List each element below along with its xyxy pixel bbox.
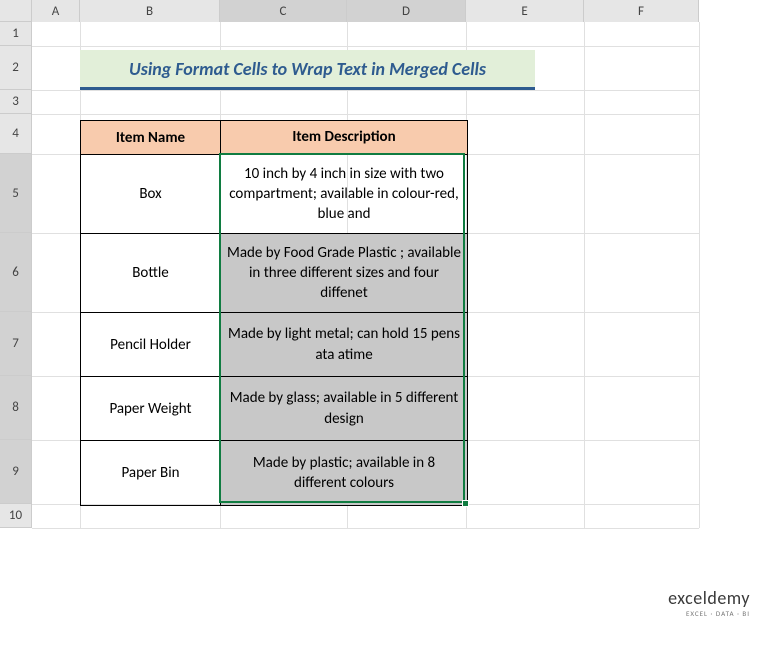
watermark-brand: exceldemy: [668, 587, 750, 609]
row-headers: 12345678910: [0, 22, 32, 528]
row-header-7[interactable]: 7: [0, 312, 32, 376]
page-title: Using Format Cells to Wrap Text in Merge…: [129, 58, 486, 80]
header-item-desc[interactable]: Item Description: [221, 121, 467, 154]
cell-item-desc[interactable]: Made by plastic; available in 8 differen…: [221, 441, 467, 505]
table-header-row: Item Name Item Description: [81, 121, 467, 155]
row-header-9[interactable]: 9: [0, 440, 32, 504]
fill-handle[interactable]: [462, 500, 469, 507]
cell-item-desc[interactable]: Made by light metal; can hold 15 pens at…: [221, 313, 467, 376]
col-header-C[interactable]: C: [220, 0, 347, 22]
table-row: Pencil HolderMade by light metal; can ho…: [81, 313, 467, 377]
col-header-D[interactable]: D: [347, 0, 466, 22]
header-item-name[interactable]: Item Name: [81, 121, 221, 154]
row-header-1[interactable]: 1: [0, 22, 32, 46]
col-header-F[interactable]: F: [584, 0, 699, 22]
title-merged-cell[interactable]: Using Format Cells to Wrap Text in Merge…: [80, 50, 535, 90]
watermark-tag: EXCEL · DATA · BI: [668, 609, 750, 618]
cell-item-name[interactable]: Pencil Holder: [81, 313, 221, 376]
row-header-4[interactable]: 4: [0, 114, 32, 154]
row-header-8[interactable]: 8: [0, 376, 32, 440]
table-row: Box10 inch by 4 inch in size with two co…: [81, 155, 467, 234]
table-row: Paper BinMade by plastic; available in 8…: [81, 441, 467, 505]
cell-item-desc[interactable]: 10 inch by 4 inch in size with two compa…: [221, 155, 467, 233]
row-header-5[interactable]: 5: [0, 154, 32, 233]
table-row: BottleMade by Food Grade Plastic ; avail…: [81, 234, 467, 313]
cell-item-desc[interactable]: Made by Food Grade Plastic ; available i…: [221, 234, 467, 312]
column-headers: ABCDEF: [0, 0, 699, 22]
row-header-10[interactable]: 10: [0, 504, 32, 528]
col-header-E[interactable]: E: [466, 0, 584, 22]
table-row: Paper WeightMade by glass; available in …: [81, 377, 467, 441]
cell-item-name[interactable]: Bottle: [81, 234, 221, 312]
select-all-corner[interactable]: [0, 0, 32, 22]
cell-item-name[interactable]: Paper Weight: [81, 377, 221, 440]
col-header-B[interactable]: B: [80, 0, 220, 22]
spreadsheet-grid: ABCDEF 12345678910 Using Format Cells to…: [0, 0, 699, 528]
col-header-A[interactable]: A: [32, 0, 80, 22]
row-header-2[interactable]: 2: [0, 46, 32, 90]
cell-item-name[interactable]: Box: [81, 155, 221, 233]
data-table: Item Name Item Description Box10 inch by…: [80, 120, 468, 506]
row-header-3[interactable]: 3: [0, 90, 32, 114]
cell-item-name[interactable]: Paper Bin: [81, 441, 221, 505]
watermark: exceldemy EXCEL · DATA · BI: [668, 587, 750, 618]
row-header-6[interactable]: 6: [0, 233, 32, 312]
cell-item-desc[interactable]: Made by glass; available in 5 different …: [221, 377, 467, 440]
